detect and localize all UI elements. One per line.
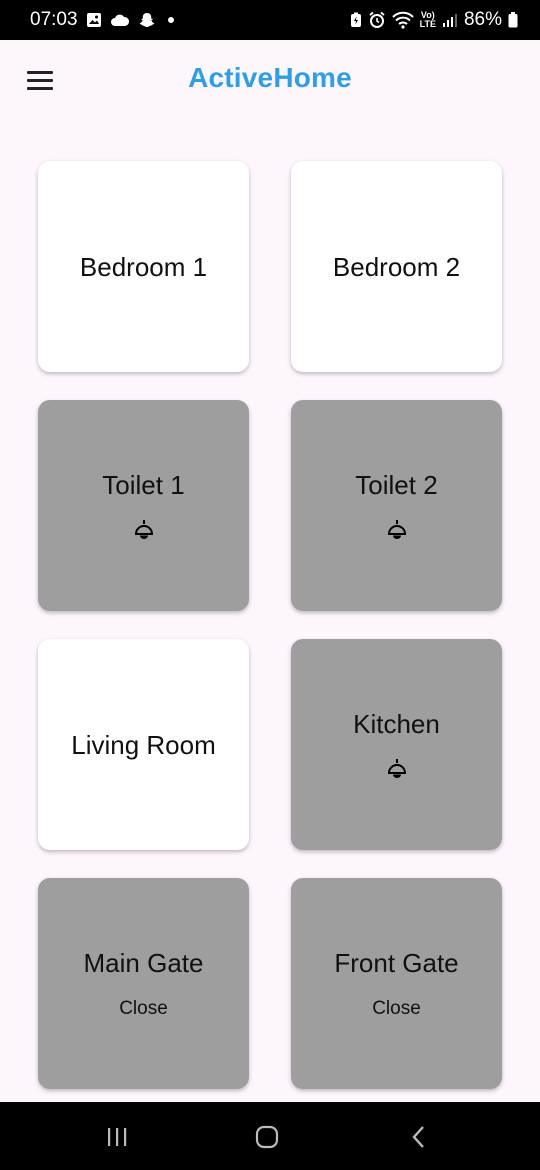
room-card-bedroom-2[interactable]: Bedroom 2	[291, 161, 502, 372]
battery-saver-icon	[350, 12, 362, 28]
ceiling-lamp-icon	[386, 518, 408, 542]
room-name: Bedroom 2	[332, 251, 461, 282]
room-grid: Bedroom 1 Bedroom 2 Toilet 1 Toilet 2 Li…	[38, 161, 502, 1089]
room-card-toilet-1[interactable]: Toilet 1	[38, 400, 249, 611]
room-card-main-gate[interactable]: Main Gate Close	[38, 878, 249, 1089]
room-name: Toilet 1	[102, 469, 185, 500]
room-name: Main Gate	[83, 947, 204, 978]
room-card-bedroom-1[interactable]: Bedroom 1	[38, 161, 249, 372]
room-name: Toilet 2	[355, 469, 438, 500]
room-name: Living Room	[71, 729, 216, 760]
gallery-icon	[86, 12, 102, 28]
recents-icon	[108, 1128, 127, 1146]
back-icon	[412, 1126, 424, 1148]
room-name: Kitchen	[353, 708, 440, 739]
room-card-toilet-2[interactable]: Toilet 2	[291, 400, 502, 611]
room-name: Bedroom 1	[79, 251, 208, 282]
status-right: Vo) LTE 86%	[350, 9, 518, 31]
status-time: 07:03	[30, 9, 78, 30]
gate-status: Close	[119, 997, 168, 1019]
gate-status: Close	[372, 997, 421, 1019]
battery-icon	[508, 12, 518, 28]
cloud-icon	[110, 13, 130, 27]
room-card-front-gate[interactable]: Front Gate Close	[291, 878, 502, 1089]
lte-label: LTE	[419, 19, 436, 29]
snapchat-icon	[138, 11, 156, 29]
status-bar: 07:03 Vo) LTE 86%	[0, 0, 540, 40]
room-name: Front Gate	[334, 947, 459, 978]
ceiling-lamp-icon	[386, 757, 408, 781]
system-nav-bar	[0, 1102, 540, 1170]
status-left: 07:03	[30, 9, 174, 31]
recents-button[interactable]	[87, 1122, 147, 1152]
app-bar: ActiveHome	[0, 40, 540, 120]
notification-dot	[167, 17, 174, 23]
ceiling-lamp-icon	[133, 518, 155, 542]
battery-percent: 86%	[463, 9, 502, 30]
home-button[interactable]	[237, 1122, 297, 1152]
volte-indicator: Vo) LTE	[420, 11, 436, 29]
alarm-icon	[368, 11, 386, 29]
home-icon	[255, 1125, 279, 1149]
app-title: ActiveHome	[188, 62, 352, 93]
signal-icon	[442, 12, 458, 28]
back-button[interactable]	[389, 1122, 449, 1152]
room-card-kitchen[interactable]: Kitchen	[291, 639, 502, 850]
wifi-icon	[391, 11, 414, 29]
room-card-living-room[interactable]: Living Room	[38, 639, 249, 850]
